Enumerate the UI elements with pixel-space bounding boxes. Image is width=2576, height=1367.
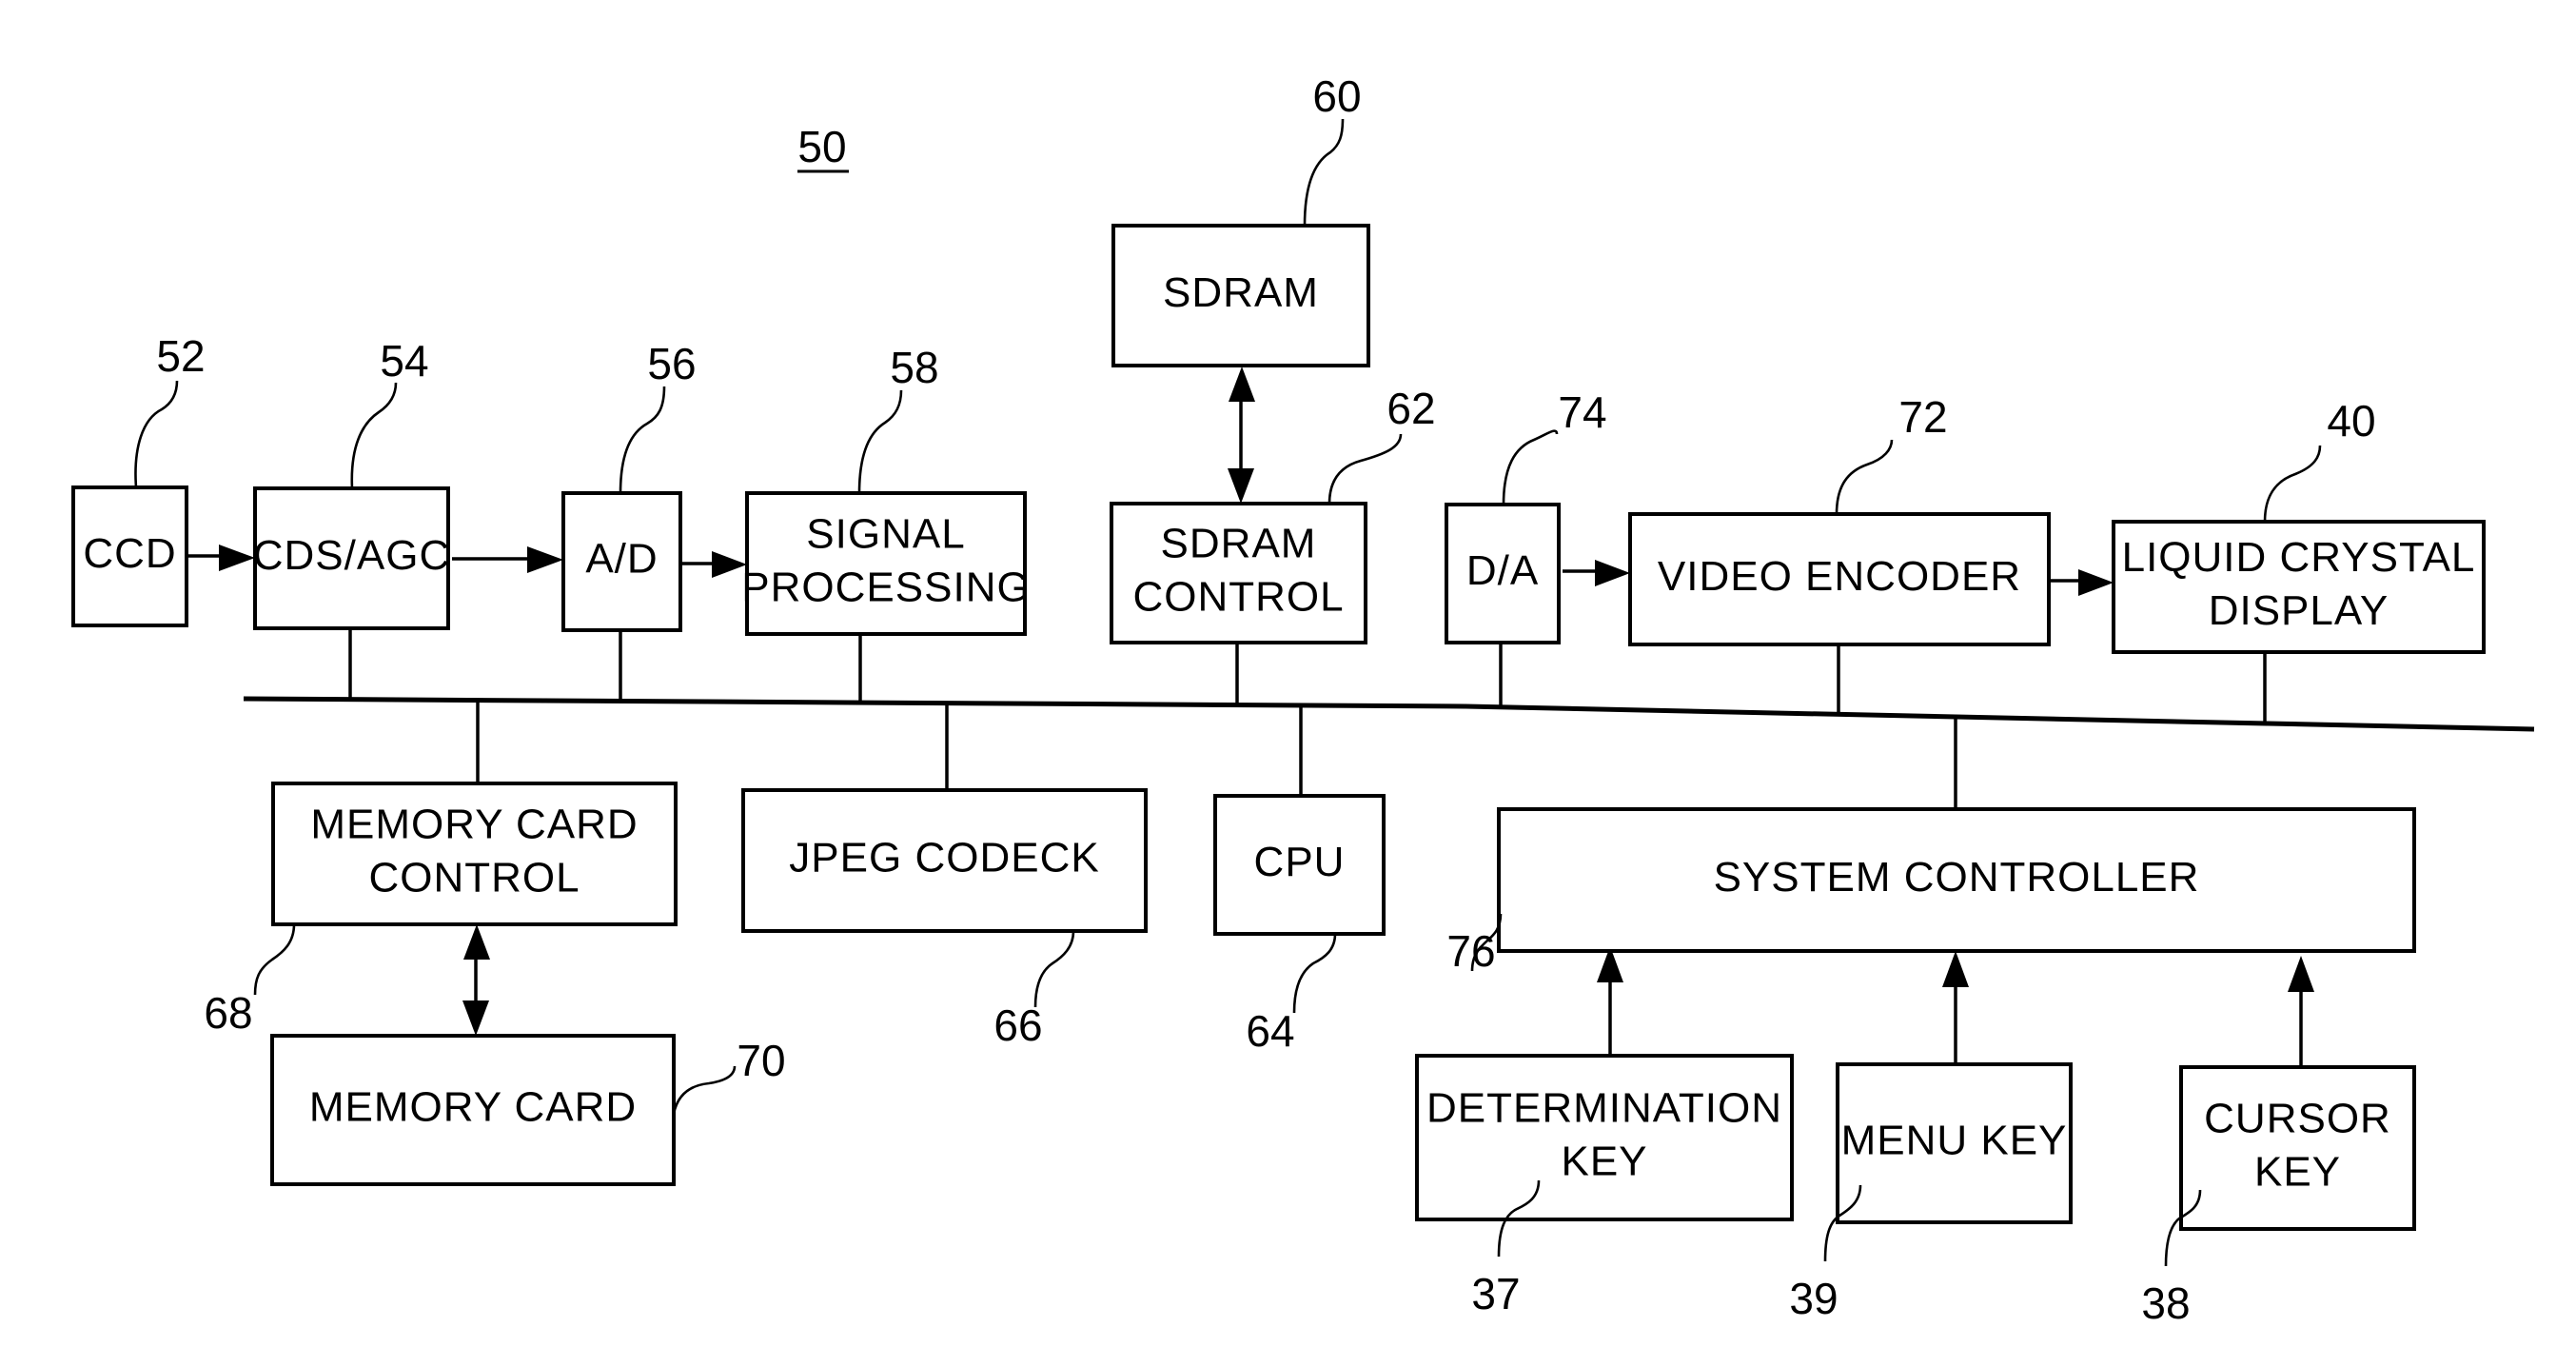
block-label: MENU KEY: [1841, 1118, 2068, 1164]
block-label: KEY: [2254, 1149, 2341, 1196]
block-video-encoder: VIDEO ENCODER: [1628, 512, 2051, 646]
leader-line: [350, 382, 398, 489]
block-sdram-control: SDRAM CONTROL: [1110, 502, 1367, 644]
system-bus: [243, 696, 2535, 732]
reference-number: 37: [1471, 1269, 1520, 1318]
block-label: CPU: [1254, 839, 1346, 885]
reference-number: 68: [204, 988, 252, 1038]
block-label: DETERMINATION: [1426, 1085, 1782, 1132]
blocks: CCD CDS/AGC A/D SIGNAL PROCESSING SDRAM SDRAM C…: [71, 224, 2486, 1231]
leader-line: [672, 1065, 737, 1115]
block-label: SDRAM: [1163, 269, 1319, 316]
block-label: DISPLAY: [2209, 587, 2389, 634]
block-label: PROCESSING: [741, 565, 1030, 611]
reference-number: 76: [1446, 926, 1495, 976]
reference-number: 60: [1312, 71, 1361, 121]
block-menu-key: MENU KEY: [1836, 1062, 2073, 1224]
block-a-d: A/D: [561, 491, 682, 632]
arrowhead: [1229, 367, 1255, 402]
leader-line: [1303, 118, 1345, 227]
reference-number: 40: [2327, 396, 2375, 446]
block-cds-agc: CDS/AGC: [253, 486, 450, 630]
block-label: CONTROL: [368, 855, 580, 901]
leader-line: [253, 923, 296, 996]
figure-reference: 50: [797, 122, 849, 173]
block-label: MEMORY CARD: [309, 1084, 637, 1131]
block-signal-processing: SIGNAL PROCESSING: [741, 491, 1030, 636]
reference-number: 58: [890, 343, 938, 392]
block-diagram: 50 CCD CDS/AGC A/DSIGNALPROCESSINGSDRAMS…: [71, 71, 2535, 1328]
arrowhead: [1942, 951, 1969, 987]
block-cpu: CPU: [1213, 794, 1386, 936]
block-label: CURSOR: [2204, 1096, 2391, 1142]
arrowhead: [2288, 956, 2314, 992]
block-label: VIDEO ENCODER: [1658, 553, 2021, 600]
reference-number: 72: [1898, 392, 1947, 442]
leader-line: [134, 380, 179, 488]
arrowhead: [2078, 569, 2114, 596]
leader-line: [2263, 445, 2322, 523]
reference-number: 62: [1386, 384, 1435, 433]
reference-number: 66: [993, 1000, 1042, 1050]
block-sdram: SDRAM: [1111, 224, 1370, 367]
reference-number: 52: [156, 331, 205, 381]
leader-line: [1327, 433, 1403, 505]
arrowhead: [527, 546, 563, 573]
block-label: SDRAM: [1161, 521, 1317, 567]
block-label: SIGNAL: [806, 511, 965, 558]
leader-line: [1502, 429, 1559, 505]
arrowhead: [463, 924, 490, 960]
reference-number: 70: [737, 1036, 785, 1085]
reference-number: 74: [1558, 387, 1606, 437]
leader-line: [1033, 930, 1075, 1008]
reference-number: 54: [380, 336, 428, 386]
reference-number: 39: [1789, 1274, 1838, 1323]
block-label: CCD: [83, 530, 176, 577]
block-system-controller: SYSTEM CONTROLLER: [1497, 807, 2416, 953]
block-label: KEY: [1561, 1139, 1647, 1185]
leader-line: [619, 386, 666, 494]
block-label: JPEG CODECK: [789, 835, 1099, 882]
block-label: A/D: [585, 536, 658, 583]
block-ccd: CCD: [71, 485, 188, 627]
block-label: MEMORY CARD: [310, 802, 638, 848]
reference-number: 38: [2141, 1278, 2190, 1328]
reference-number: 64: [1246, 1006, 1294, 1056]
block-determination-key: DETERMINATION KEY: [1415, 1054, 1794, 1221]
leader-line: [857, 389, 903, 494]
block-d-a: D/A: [1445, 503, 1561, 644]
block-liquid-crystal-display: LIQUID CRYSTAL DISPLAY: [2112, 520, 2486, 654]
reference-number: 56: [647, 339, 696, 388]
block-memory-card: MEMORY CARD: [270, 1034, 676, 1186]
leader-line: [1835, 439, 1894, 515]
arrowhead: [1595, 560, 1630, 586]
block-cursor-key: CURSOR KEY: [2179, 1065, 2416, 1231]
arrowhead: [219, 545, 255, 571]
block-label: CONTROL: [1132, 574, 1344, 621]
leader-line: [1292, 933, 1337, 1014]
block-label: CDS/AGC: [253, 532, 450, 579]
block-memory-card-control: MEMORY CARD CONTROL: [271, 782, 678, 926]
block-label: SYSTEM CONTROLLER: [1714, 854, 2200, 901]
block-jpeg-codeck: JPEG CODECK: [741, 788, 1148, 933]
arrowhead: [1228, 468, 1254, 504]
arrowhead: [462, 1000, 489, 1036]
block-label: LIQUID CRYSTAL: [2122, 534, 2476, 581]
block-label: D/A: [1466, 547, 1539, 594]
figure-reference-number: 50: [797, 122, 846, 171]
